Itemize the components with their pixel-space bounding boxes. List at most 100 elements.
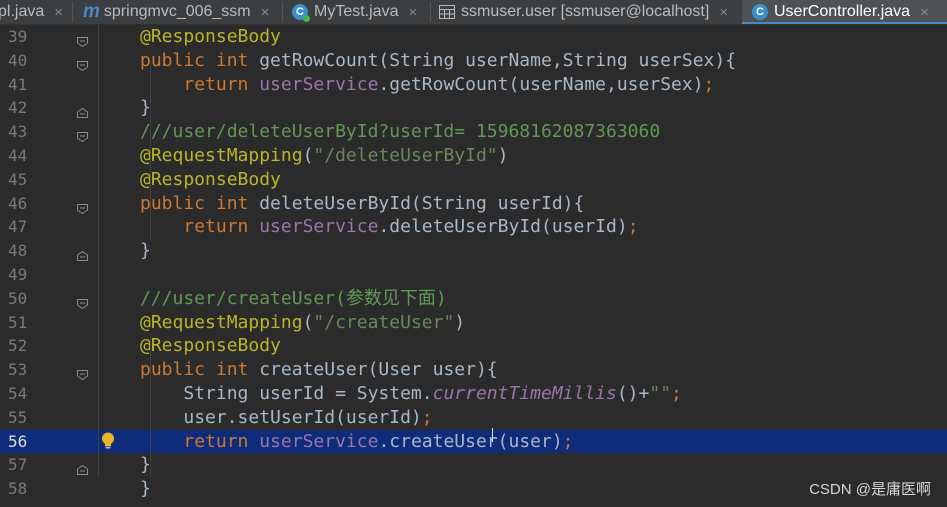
tab-ssmuser-user[interactable]: ssmuser.user [ssmuser@localhost] × [439,0,739,24]
code-token: @ResponseBody [140,168,281,190]
line-number[interactable]: 50 [8,287,48,311]
code-line[interactable]: 56 return userService.createUser(user); [0,429,947,454]
code-line[interactable]: 50 ///user/createUser(参数见下面) [0,287,947,311]
watermark: CSDN @是庸医啊 [809,481,931,498]
fold-collapse-icon[interactable] [77,294,88,309]
code-token: return [183,430,260,452]
code-token: deleteUserById(String userId){ [259,192,585,214]
line-number[interactable]: 41 [8,73,48,97]
line-number[interactable]: 57 [8,453,48,477]
code-token: } [140,478,151,500]
fold-end-icon[interactable] [77,460,88,476]
code-text[interactable]: return userService.deleteUserById(userId… [140,215,638,239]
code-text[interactable]: String userId = System.currentTimeMillis… [140,382,682,406]
line-number[interactable]: 44 [8,144,48,168]
code-text[interactable]: return userService.getRowCount(userName,… [140,73,714,97]
code-text[interactable]: ///user/deleteUserById?userId= 159681620… [140,120,660,144]
code-line[interactable]: 45 @ResponseBody [0,168,947,192]
line-number[interactable]: 51 [8,311,48,335]
close-icon[interactable]: × [920,4,929,21]
maven-module-icon: m [83,1,100,22]
code-line[interactable]: 43 ///user/deleteUserById?userId= 1596816… [0,120,947,144]
close-icon[interactable]: × [54,4,63,21]
line-number[interactable]: 48 [8,239,48,263]
line-number[interactable]: 47 [8,215,48,239]
code-token: user.setUserId(userId) [183,406,422,428]
line-number[interactable]: 49 [8,263,48,287]
code-text[interactable]: @RequestMapping("/deleteUserById") [140,144,508,168]
fold-end-icon[interactable] [77,103,88,119]
close-icon[interactable]: × [261,4,270,21]
code-token: userService [259,216,379,238]
line-number[interactable]: 58 [8,477,48,501]
fold-collapse-icon[interactable] [77,199,88,214]
code-token: ///user/deleteUserById?userId= 159681620… [140,121,661,143]
line-number[interactable]: 53 [8,358,48,382]
code-line[interactable]: 39 @ResponseBody [0,25,947,49]
code-token: getRowCount(String userName,String userS… [259,49,737,71]
code-line[interactable]: 55 user.setUserId(userId); [0,406,947,430]
code-token: createUser(User user){ [259,359,498,381]
code-line[interactable]: 47 return userService.deleteUserById(use… [0,215,947,239]
line-number[interactable]: 46 [8,192,48,216]
code-text[interactable]: @ResponseBody [140,25,281,49]
code-text[interactable]: user.setUserId(userId); [140,406,432,430]
line-number[interactable]: 42 [8,96,48,120]
code-line[interactable]: 44 @RequestMapping("/deleteUserById") [0,144,947,168]
code-token: ; [562,430,574,452]
fold-end-icon[interactable] [77,246,88,262]
code-text[interactable]: public int createUser(User user){ [140,358,498,382]
code-token: ( [302,311,314,333]
lightbulb-icon[interactable] [101,432,115,454]
code-text[interactable]: ///user/createUser(参数见下面) [140,287,447,311]
tab-mytest-java[interactable]: C MyTest.java × [292,0,424,24]
code-line[interactable]: 42} [0,96,947,120]
code-text[interactable]: } [140,477,151,501]
code-line[interactable]: 48} [0,239,947,263]
close-icon[interactable]: × [719,4,728,21]
line-number[interactable]: 55 [8,406,48,430]
code-line[interactable]: 51 @RequestMapping("/createUser") [0,311,947,335]
fold-collapse-icon[interactable] [77,365,88,381]
code-line[interactable]: 52 @ResponseBody [0,334,947,358]
code-text[interactable]: @RequestMapping("/createUser") [140,311,465,335]
line-number[interactable]: 39 [8,25,48,49]
code-line[interactable]: 46 public int deleteUserById(String userI… [0,192,947,216]
code-token: "/createUser" [313,311,455,333]
tab-pl-java[interactable]: pl.java × [0,0,71,24]
code-token: return [183,73,260,95]
code-text[interactable]: @ResponseBody [140,168,281,192]
code-text[interactable]: } [140,239,151,263]
code-text[interactable]: return userService.createUser(user); [140,430,574,454]
code-line[interactable]: 40 public int getRowCount(String userName… [0,49,947,73]
code-line[interactable]: 58} [0,477,947,501]
fold-collapse-icon[interactable] [77,32,88,48]
tab-springmvc-006-ssm[interactable]: m springmvc_006_ssm × [83,0,278,24]
line-number[interactable]: 56 [8,430,48,454]
code-text[interactable]: public int deleteUserById(String userId)… [140,192,584,216]
line-number[interactable]: 54 [8,382,48,406]
database-table-icon [439,5,455,19]
line-number[interactable]: 40 [8,49,48,73]
code-line[interactable]: 49 [0,263,947,287]
code-token: public int [140,359,260,381]
code-text[interactable]: public int getRowCount(String userName,S… [140,49,736,73]
tab-usercontroller-java[interactable]: C UserController.java × [742,0,947,24]
code-line[interactable]: 41 return userService.getRowCount(userNa… [0,73,947,97]
code-token: String userId = System. [183,383,433,404]
fold-collapse-icon[interactable] [77,56,88,71]
code-line[interactable]: 53 public int createUser(User user){ [0,358,947,382]
close-icon[interactable]: × [408,4,417,21]
line-number[interactable]: 52 [8,334,48,358]
line-number[interactable]: 45 [8,168,48,192]
code-line[interactable]: 57} [0,453,947,477]
tab-label: MyTest.java [314,3,399,20]
line-number[interactable]: 43 [8,120,48,144]
code-line[interactable]: 54 String userId = System.currentTimeMil… [0,382,947,406]
code-text[interactable]: @ResponseBody [140,334,281,358]
code-token: public int [140,192,260,214]
tab-label: UserController.java [774,3,911,20]
fold-collapse-icon[interactable] [77,127,88,143]
code-editor[interactable]: 39 @ResponseBody 40 public int getRowCount(… [0,25,947,507]
